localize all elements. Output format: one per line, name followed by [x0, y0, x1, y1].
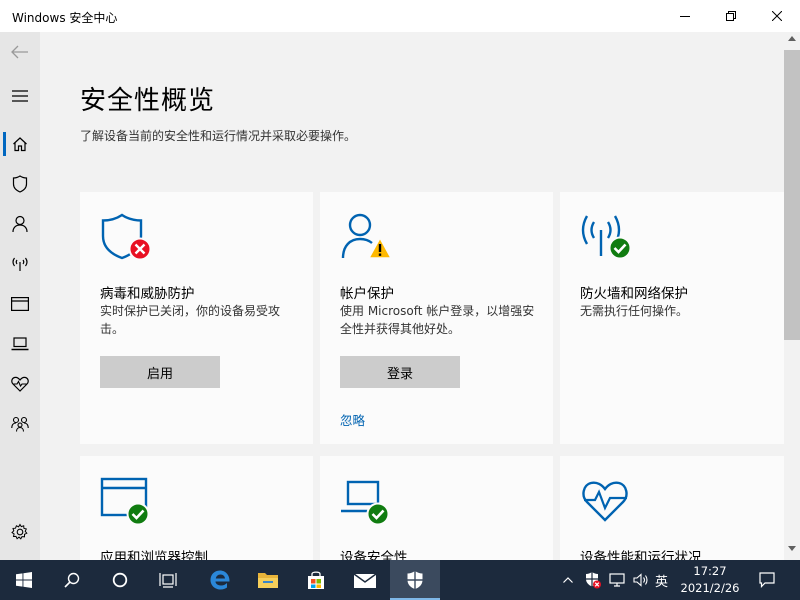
restore-icon	[726, 11, 736, 21]
card-title: 设备安全性	[340, 550, 408, 560]
cortana-button[interactable]	[96, 560, 144, 600]
shield-error-icon	[101, 213, 152, 261]
nav-menu-button[interactable]	[0, 76, 40, 116]
start-icon	[16, 572, 32, 588]
store-taskbar-button[interactable]	[292, 560, 340, 600]
heart-pulse-icon	[582, 481, 628, 522]
nav-item-device-health[interactable]	[0, 364, 40, 404]
hamburger-menu-icon	[12, 90, 28, 102]
store-icon	[308, 571, 324, 589]
card-title: 病毒和威胁防护	[100, 286, 195, 302]
card-title: 防火墙和网络保护	[580, 286, 688, 302]
file-explorer-taskbar-button[interactable]	[244, 560, 292, 600]
clock-time: 17:27	[693, 564, 727, 578]
restore-button[interactable]	[708, 0, 754, 32]
vertical-scrollbar[interactable]	[784, 32, 800, 560]
close-button[interactable]	[754, 0, 800, 32]
shield-icon	[12, 175, 28, 193]
nav-item-virus-protection[interactable]	[0, 164, 40, 204]
app-browser-window-icon	[11, 297, 29, 311]
laptop-icon	[11, 337, 29, 351]
nav-item-device-security[interactable]	[0, 324, 40, 364]
title-bar: Windows 安全中心	[0, 0, 800, 32]
main-content: 安全性概览 了解设备当前的安全性和运行情况并采取必要操作。 病毒和威胁防护 实时…	[40, 32, 784, 560]
page-subtitle: 了解设备当前的安全性和运行情况并采取必要操作。	[80, 129, 357, 143]
taskbar-clock[interactable]: 17:27 2021/2/26	[672, 563, 748, 597]
taskbar: 英 17:27 2021/2/26	[0, 560, 800, 600]
nav-rail	[0, 32, 40, 560]
back-arrow-icon	[11, 45, 28, 59]
card-description: 实时保护已关闭，你的设备易受攻击。	[100, 304, 281, 336]
nav-item-settings[interactable]	[0, 512, 40, 552]
heart-pulse-icon	[11, 376, 29, 392]
card-description: 使用 Microsoft 帐户登录，以增强安全性并获得其他好处。	[340, 304, 535, 336]
card-description: 无需执行任何操作。	[580, 304, 689, 318]
back-button[interactable]	[0, 32, 40, 72]
scrollbar-thumb[interactable]	[784, 50, 800, 340]
windows-security-icon	[407, 571, 423, 589]
close-icon	[772, 11, 782, 21]
mail-icon	[353, 573, 377, 588]
minimize-icon	[680, 16, 690, 17]
laptop-ok-icon	[341, 480, 390, 526]
nav-item-app-browser[interactable]	[0, 284, 40, 324]
file-explorer-icon	[258, 573, 278, 588]
card-device-security: 设备安全性	[320, 456, 553, 560]
windows-security-taskbar-button[interactable]	[390, 560, 440, 600]
person-icon	[12, 215, 28, 233]
antenna-ok-icon	[581, 215, 632, 260]
start-button[interactable]	[0, 560, 48, 600]
input-language-indicator[interactable]: 英	[655, 571, 668, 590]
scroll-up-arrow-icon[interactable]	[788, 36, 796, 41]
family-icon	[11, 416, 29, 432]
tray-security-status[interactable]	[582, 560, 604, 600]
dismiss-link[interactable]: 忽略	[340, 410, 365, 429]
nav-item-firewall[interactable]	[0, 244, 40, 284]
shield-alert-icon	[586, 572, 601, 589]
app-title: Windows 安全中心	[12, 11, 118, 25]
enable-button[interactable]: 启用	[100, 356, 220, 388]
search-button[interactable]	[48, 560, 96, 600]
window-ok-icon	[100, 477, 150, 526]
cortana-icon	[112, 572, 128, 588]
notification-icon	[759, 572, 775, 588]
speaker-icon	[633, 573, 648, 587]
card-device-performance-health: 设备性能和运行状况	[560, 456, 784, 560]
wireless-antenna-icon	[12, 257, 28, 271]
network-monitor-icon	[609, 573, 625, 587]
person-warning-icon	[341, 213, 392, 259]
card-app-browser-control: 应用和浏览器控制	[80, 456, 313, 560]
chevron-up-icon	[563, 577, 573, 583]
tray-network[interactable]	[606, 560, 628, 600]
minimize-button[interactable]	[662, 0, 708, 32]
card-title: 帐户保护	[340, 286, 394, 302]
card-title: 设备性能和运行状况	[580, 550, 702, 560]
action-center-button[interactable]	[752, 560, 782, 600]
clock-date: 2021/2/26	[680, 581, 740, 595]
nav-item-account[interactable]	[0, 204, 40, 244]
mail-taskbar-button[interactable]	[340, 560, 390, 600]
gear-icon	[11, 523, 28, 540]
card-title: 应用和浏览器控制	[100, 550, 208, 560]
scroll-down-arrow-icon[interactable]	[788, 546, 796, 551]
card-virus-threat-protection: 病毒和威胁防护 实时保护已关闭，你的设备易受攻击。 启用	[80, 192, 313, 444]
task-view-button[interactable]	[144, 560, 192, 600]
search-icon	[64, 572, 80, 588]
windows-security-window: Windows 安全中心 安全性概览 了解设备当前的安全性和运行情况并采取必要操…	[0, 0, 800, 560]
edge-icon	[210, 570, 230, 590]
card-firewall-network-protection: 防火墙和网络保护 无需执行任何操作。	[560, 192, 784, 444]
tray-volume[interactable]	[630, 560, 652, 600]
card-account-protection: 帐户保护 使用 Microsoft 帐户登录，以增强安全性并获得其他好处。 登录…	[320, 192, 553, 444]
nav-item-family[interactable]	[0, 404, 40, 444]
edge-taskbar-button[interactable]	[196, 560, 244, 600]
home-icon	[13, 137, 27, 152]
task-view-icon	[159, 573, 177, 588]
show-hidden-icons-button[interactable]	[560, 560, 576, 600]
sign-in-button[interactable]: 登录	[340, 356, 460, 388]
page-title: 安全性概览	[80, 86, 216, 116]
nav-item-home[interactable]	[0, 124, 40, 164]
